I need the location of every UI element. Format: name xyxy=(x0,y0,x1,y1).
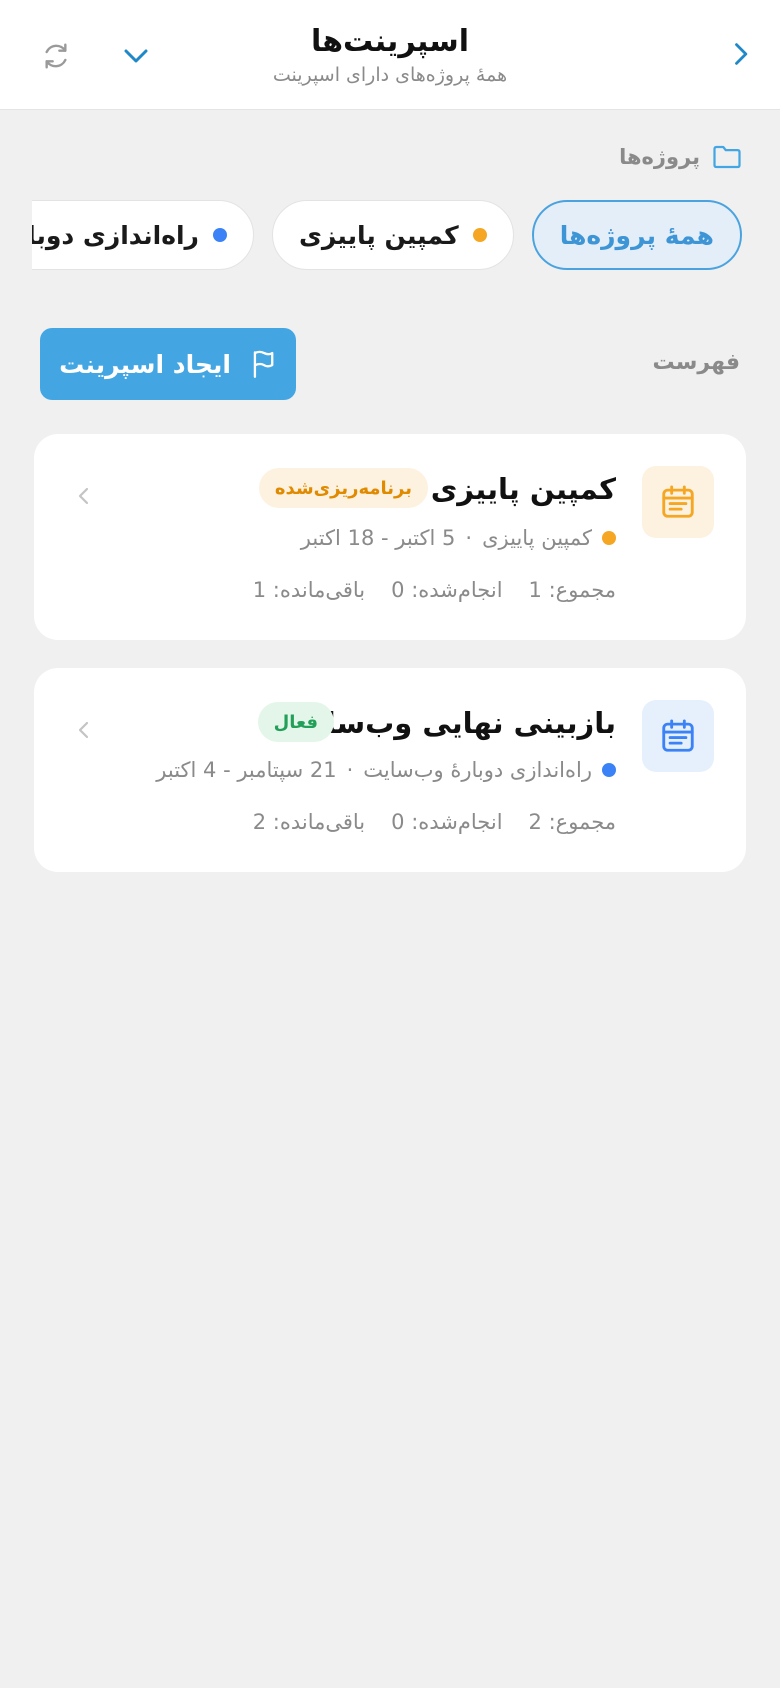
project-filter-chips: همهٔ پروژه‌ها کمپین پاییزی راه‌اندازی دو… xyxy=(32,200,742,272)
chip-fall-campaign[interactable]: کمپین پاییزی xyxy=(271,200,514,270)
calendar-icon xyxy=(662,485,694,518)
sprint-meta: راه‌اندازی دوبارهٔ وب‌سایت · 21 سپتامبر … xyxy=(156,758,616,782)
status-badge: فعال xyxy=(257,702,334,742)
create-sprint-label: ایجاد اسپرینت xyxy=(59,349,231,379)
sprint-project: کمپین پاییزی xyxy=(482,526,592,550)
sprint-card[interactable]: بازبینی نهایی وب‌سایت فعال راه‌اندازی دو… xyxy=(34,668,746,872)
sprint-icon-tile xyxy=(642,700,714,772)
sprint-dates: 21 سپتامبر - 4 اکتبر xyxy=(156,758,337,782)
sprint-dates: 5 اکتبر - 18 اکتبر xyxy=(300,526,456,550)
chip-label: همهٔ پروژه‌ها xyxy=(559,220,714,250)
calendar-icon xyxy=(662,719,694,752)
sprint-icon-tile xyxy=(642,466,714,538)
chevron-down-icon xyxy=(124,49,148,63)
meta-separator: · xyxy=(465,526,473,550)
chevron-left-icon xyxy=(78,487,89,505)
create-sprint-button[interactable]: ایجاد اسپرینت xyxy=(40,328,296,400)
sprint-name: کمپین پاییزی xyxy=(430,472,616,506)
flag-icon xyxy=(253,350,274,378)
chip-website-relaunch[interactable]: راه‌اندازی دوبارهٔ وب‌سایت xyxy=(32,200,254,270)
project-color-dot xyxy=(602,531,616,545)
stat-done: انجام‌شده: 0 xyxy=(391,578,503,602)
project-color-dot xyxy=(602,763,616,777)
chip-all-projects[interactable]: همهٔ پروژه‌ها xyxy=(531,200,742,270)
project-color-dot xyxy=(212,228,227,242)
sprint-project: راه‌اندازی دوبارهٔ وب‌سایت xyxy=(363,758,592,782)
refresh-icon xyxy=(45,43,67,69)
project-color-dot xyxy=(472,228,487,242)
projects-label-text: پروژه‌ها xyxy=(619,145,700,169)
chip-label: کمپین پاییزی xyxy=(298,220,459,250)
sprint-card[interactable]: کمپین پاییزی برنامه‌ریزی‌شده کمپین پاییز… xyxy=(34,434,746,640)
stat-total: مجموع: 1 xyxy=(528,578,616,602)
app-header: اسپرینت‌ها همهٔ پروژه‌های دارای اسپرینت xyxy=(0,0,780,110)
refresh-button[interactable] xyxy=(34,34,78,78)
meta-separator: · xyxy=(346,758,354,782)
stat-total: مجموع: 2 xyxy=(528,810,616,834)
sprint-stats: مجموع: 1 انجام‌شده: 0 باقی‌مانده: 1 xyxy=(253,578,616,602)
chevron-left-icon xyxy=(78,721,89,739)
stat-remaining: باقی‌مانده: 2 xyxy=(252,810,366,834)
stat-remaining: باقی‌مانده: 1 xyxy=(252,578,366,602)
status-badge: برنامه‌ریزی‌شده xyxy=(258,468,428,508)
stat-done: انجام‌شده: 0 xyxy=(391,810,503,834)
chip-label: راه‌اندازی دوبارهٔ وب‌سایت xyxy=(32,220,199,250)
list-section-label: فهرست xyxy=(652,350,740,375)
sprint-stats: مجموع: 2 انجام‌شده: 0 باقی‌مانده: 2 xyxy=(253,810,616,834)
sprint-meta: کمپین پاییزی · 5 اکتبر - 18 اکتبر xyxy=(301,526,616,550)
projects-section-label: پروژه‌ها xyxy=(619,144,742,170)
filter-dropdown-button[interactable] xyxy=(114,34,158,78)
folder-icon xyxy=(713,145,741,169)
